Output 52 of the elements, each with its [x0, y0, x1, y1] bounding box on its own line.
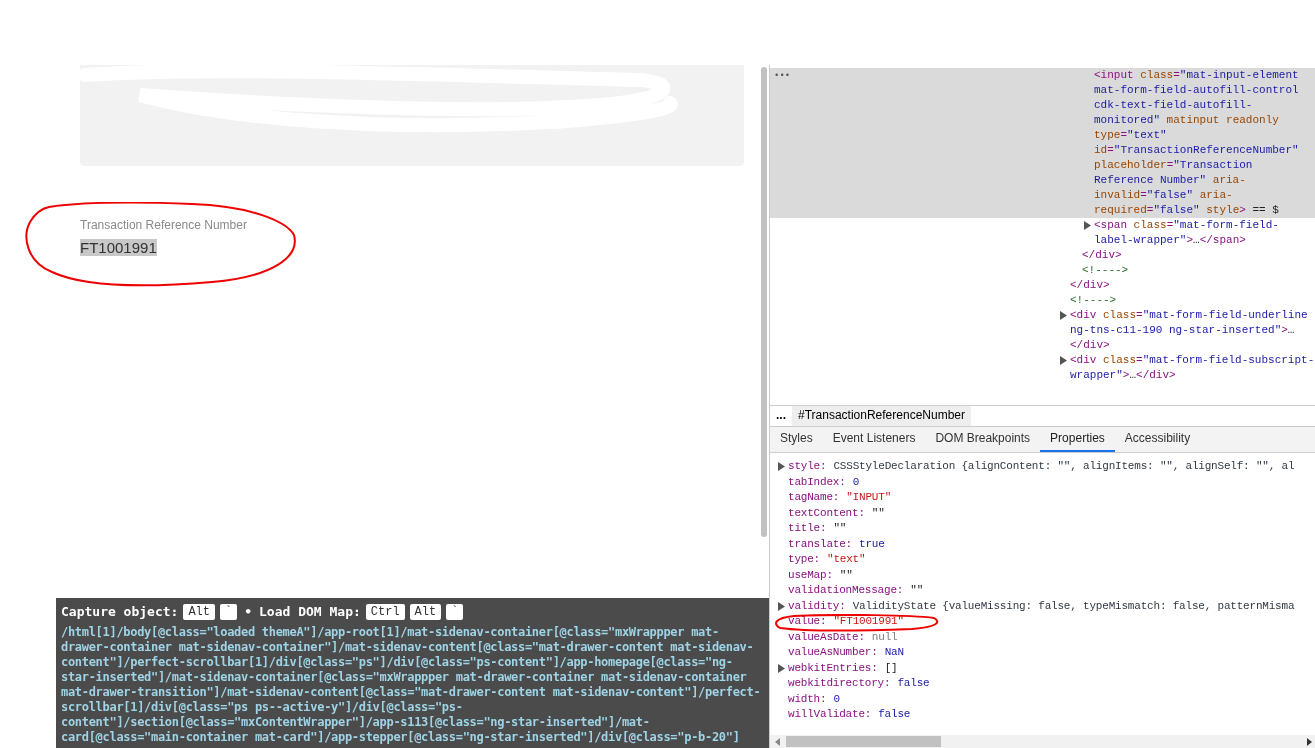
property-row[interactable]: tagName: "INPUT"	[777, 490, 892, 506]
panel-tab[interactable]: Properties	[1040, 427, 1115, 452]
property-row[interactable]: type: "text"	[777, 552, 866, 568]
dom-node-line[interactable]: <div class="mat-form-field-subscript-wrapper">…</div>	[1059, 353, 1315, 383]
bullet-separator: •	[244, 603, 253, 621]
panel-tab[interactable]: Accessibility	[1114, 427, 1201, 452]
property-row[interactable]: useMap: ""	[777, 567, 853, 583]
property-row[interactable]: validity: ValidityState {valueMissing: false, typeMismatch: false, patternMisma	[777, 598, 1295, 614]
property-row[interactable]: willValidate: false	[777, 707, 911, 723]
key-cap: Alt	[409, 603, 442, 620]
breadcrumb-more[interactable]: ...	[770, 408, 792, 424]
expand-triangle-icon[interactable]	[778, 601, 785, 611]
more-dots-icon[interactable]: •••	[774, 69, 791, 84]
property-row[interactable]: width: 0	[777, 691, 840, 707]
panel-tab[interactable]: Styles	[770, 427, 823, 452]
dom-node-line[interactable]: </div>	[1071, 248, 1315, 263]
property-row[interactable]: webkitEntries: []	[777, 660, 898, 676]
expand-triangle-icon[interactable]	[778, 462, 785, 471]
property-row[interactable]: webkitdirectory: false	[777, 676, 930, 692]
scroll-right-icon[interactable]	[1305, 737, 1313, 746]
scroll-left-icon[interactable]	[774, 737, 782, 746]
property-row[interactable]: tabIndex: 0	[777, 474, 860, 490]
expand-triangle-icon[interactable]	[1084, 221, 1091, 230]
property-row[interactable]: valueAsNumber: NaN	[777, 645, 904, 661]
key-cap: Alt	[183, 603, 215, 620]
breadcrumb-item[interactable]: #TransactionReferenceNumber	[792, 406, 971, 426]
panel-tab[interactable]: DOM Breakpoints	[925, 427, 1041, 452]
dom-node-line[interactable]: <!---->	[1071, 263, 1315, 278]
hotkey-label: Capture object:	[61, 603, 179, 621]
property-row[interactable]: title: ""	[777, 521, 847, 537]
scrollbar-thumb[interactable]	[786, 736, 941, 747]
scrollbar-thumb[interactable]	[761, 67, 767, 537]
hotkey-label: Load DOM Map:	[259, 603, 361, 621]
key-cap: Ctrl	[365, 603, 405, 620]
key-cap: `	[220, 603, 238, 620]
property-row[interactable]: validationMessage: ""	[777, 583, 924, 599]
expand-triangle-icon[interactable]	[1060, 356, 1067, 365]
property-row[interactable]: valueAsDate: null	[777, 629, 898, 645]
property-row[interactable]: translate: true	[777, 536, 885, 552]
property-row[interactable]: textContent: ""	[777, 505, 885, 521]
dom-node-line[interactable]: <span class="mat-form-field-label-wrapper">…</span>	[1083, 218, 1315, 248]
dom-node-line[interactable]: <!---->	[1059, 293, 1315, 308]
key-cap: `	[446, 603, 464, 620]
property-row[interactable]: style: CSSStyleDeclaration {alignContent: "", alignItems: "", alignSelf: "", al	[777, 459, 1295, 475]
readonly-input-field[interactable]: FT1001991	[80, 237, 247, 260]
xpath-text: /html[1]/body[@class="loaded themeA"]/app-root[1]/mat-sidenav-container[@class="mxWrappper mat-drawer-container mat-sidenav-container"]/mat-sidenav-content[@class="mat-drawer-content mat-sidenav-content"]/perfect-scrollbar[1]/div[@class="ps"]/div[@class="ps-content"]/app-homepage[@class="ng-star-inserted"]/mat-sidenav-container[@class="mxWrappper mat-drawer-container mat-sidenav-container mat-drawer-transition"]/mat-sidenav-content[@class="mat-drawer-content mat-sidenav-content"]/perfect-scrollbar[1]/div[@class="ps ps--active-y"]/div[@class="ps-content"]/section[@class="mxContentWrapper"]/app-s113[@class="ng-star-inserted"]/mat-card[@class="main-container mat-card"]/app-stepper[@class="ng-star-inserted"]/div[@class="p-b-20"]	[61, 624, 762, 745]
dom-node-line[interactable]: </div>	[1059, 278, 1315, 293]
dom-node-line[interactable]: <div class="mat-form-field-underline ng-tns-c11-190 ng-star-inserted">… </div>	[1059, 308, 1315, 353]
panel-tab[interactable]: Event Listeners	[822, 427, 926, 452]
expand-triangle-icon[interactable]	[778, 663, 785, 673]
expand-triangle-icon[interactable]	[1060, 311, 1067, 320]
field-label: Transaction Reference Number	[80, 217, 247, 234]
